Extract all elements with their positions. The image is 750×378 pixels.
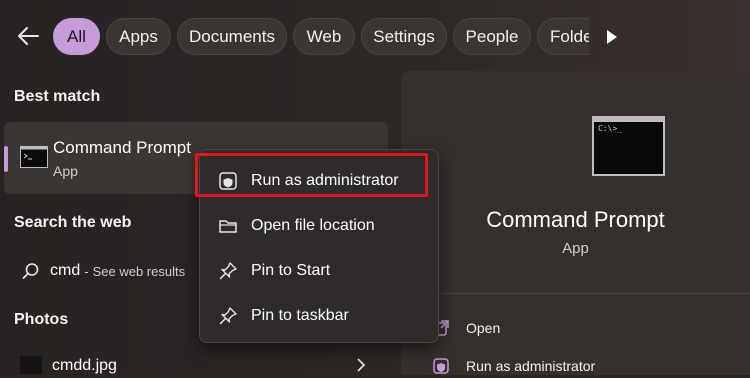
terminal-prompt: C:\>_	[598, 124, 623, 133]
filter-chip-apps[interactable]: Apps	[106, 18, 171, 55]
image-icon	[20, 356, 42, 374]
web-search-query: cmd	[50, 262, 81, 279]
photos-header: Photos	[14, 311, 69, 328]
action-run-as-admin[interactable]: Run as administrator	[432, 354, 595, 378]
filter-chip-all[interactable]: All	[53, 18, 100, 55]
terminal-icon	[20, 146, 48, 168]
selection-indicator	[4, 146, 8, 172]
pin-icon	[219, 307, 237, 325]
photo-item[interactable]: cmdd.jpg	[14, 352, 394, 378]
best-match-type: App	[53, 163, 78, 179]
filter-chip-folders[interactable]: Folde	[537, 18, 589, 55]
context-menu-item-open-file-location[interactable]: Open file location	[218, 212, 375, 240]
best-match-name: Command Prompt	[53, 138, 191, 157]
chevron-right-icon[interactable]	[356, 358, 366, 372]
filter-chip-documents[interactable]: Documents	[177, 18, 287, 55]
context-menu-item-pin-to-taskbar[interactable]: Pin to taskbar	[218, 302, 349, 330]
web-search-hint: See web results	[92, 263, 186, 279]
pin-icon	[219, 262, 237, 280]
terminal-icon: C:\>_	[592, 116, 665, 176]
filter-chip-people[interactable]: People	[453, 18, 531, 55]
context-menu-label: Open file location	[251, 217, 375, 234]
context-menu-item-pin-to-start[interactable]: Pin to Start	[218, 257, 330, 285]
details-app-type: App	[562, 240, 589, 257]
filter-chip-web[interactable]: Web	[293, 18, 355, 55]
start-search-panel: All Apps Documents Web Settings People F…	[0, 0, 750, 375]
action-open-label: Open	[466, 320, 501, 336]
action-run-as-admin-label: Run as administrator	[466, 358, 596, 374]
details-divider	[418, 293, 750, 294]
back-arrow-icon[interactable]	[14, 20, 42, 52]
context-menu-label: Pin to taskbar	[251, 307, 349, 324]
shield-icon	[433, 358, 449, 374]
details-app-name: Command Prompt	[486, 207, 665, 232]
highlight-annotation	[195, 153, 428, 197]
search-icon	[22, 263, 39, 279]
folder-icon	[219, 220, 237, 233]
scroll-right-icon[interactable]	[604, 28, 620, 46]
best-match-header: Best match	[14, 88, 101, 105]
filter-bar: All Apps Documents Web Settings People F…	[0, 0, 750, 72]
context-menu-label: Pin to Start	[251, 262, 331, 279]
action-open[interactable]: Open	[432, 316, 500, 340]
search-web-header: Search the web	[14, 214, 132, 231]
photo-name: cmdd.jpg	[52, 357, 117, 374]
filter-chip-settings[interactable]: Settings	[361, 18, 447, 55]
web-search-separator: -	[84, 263, 89, 279]
